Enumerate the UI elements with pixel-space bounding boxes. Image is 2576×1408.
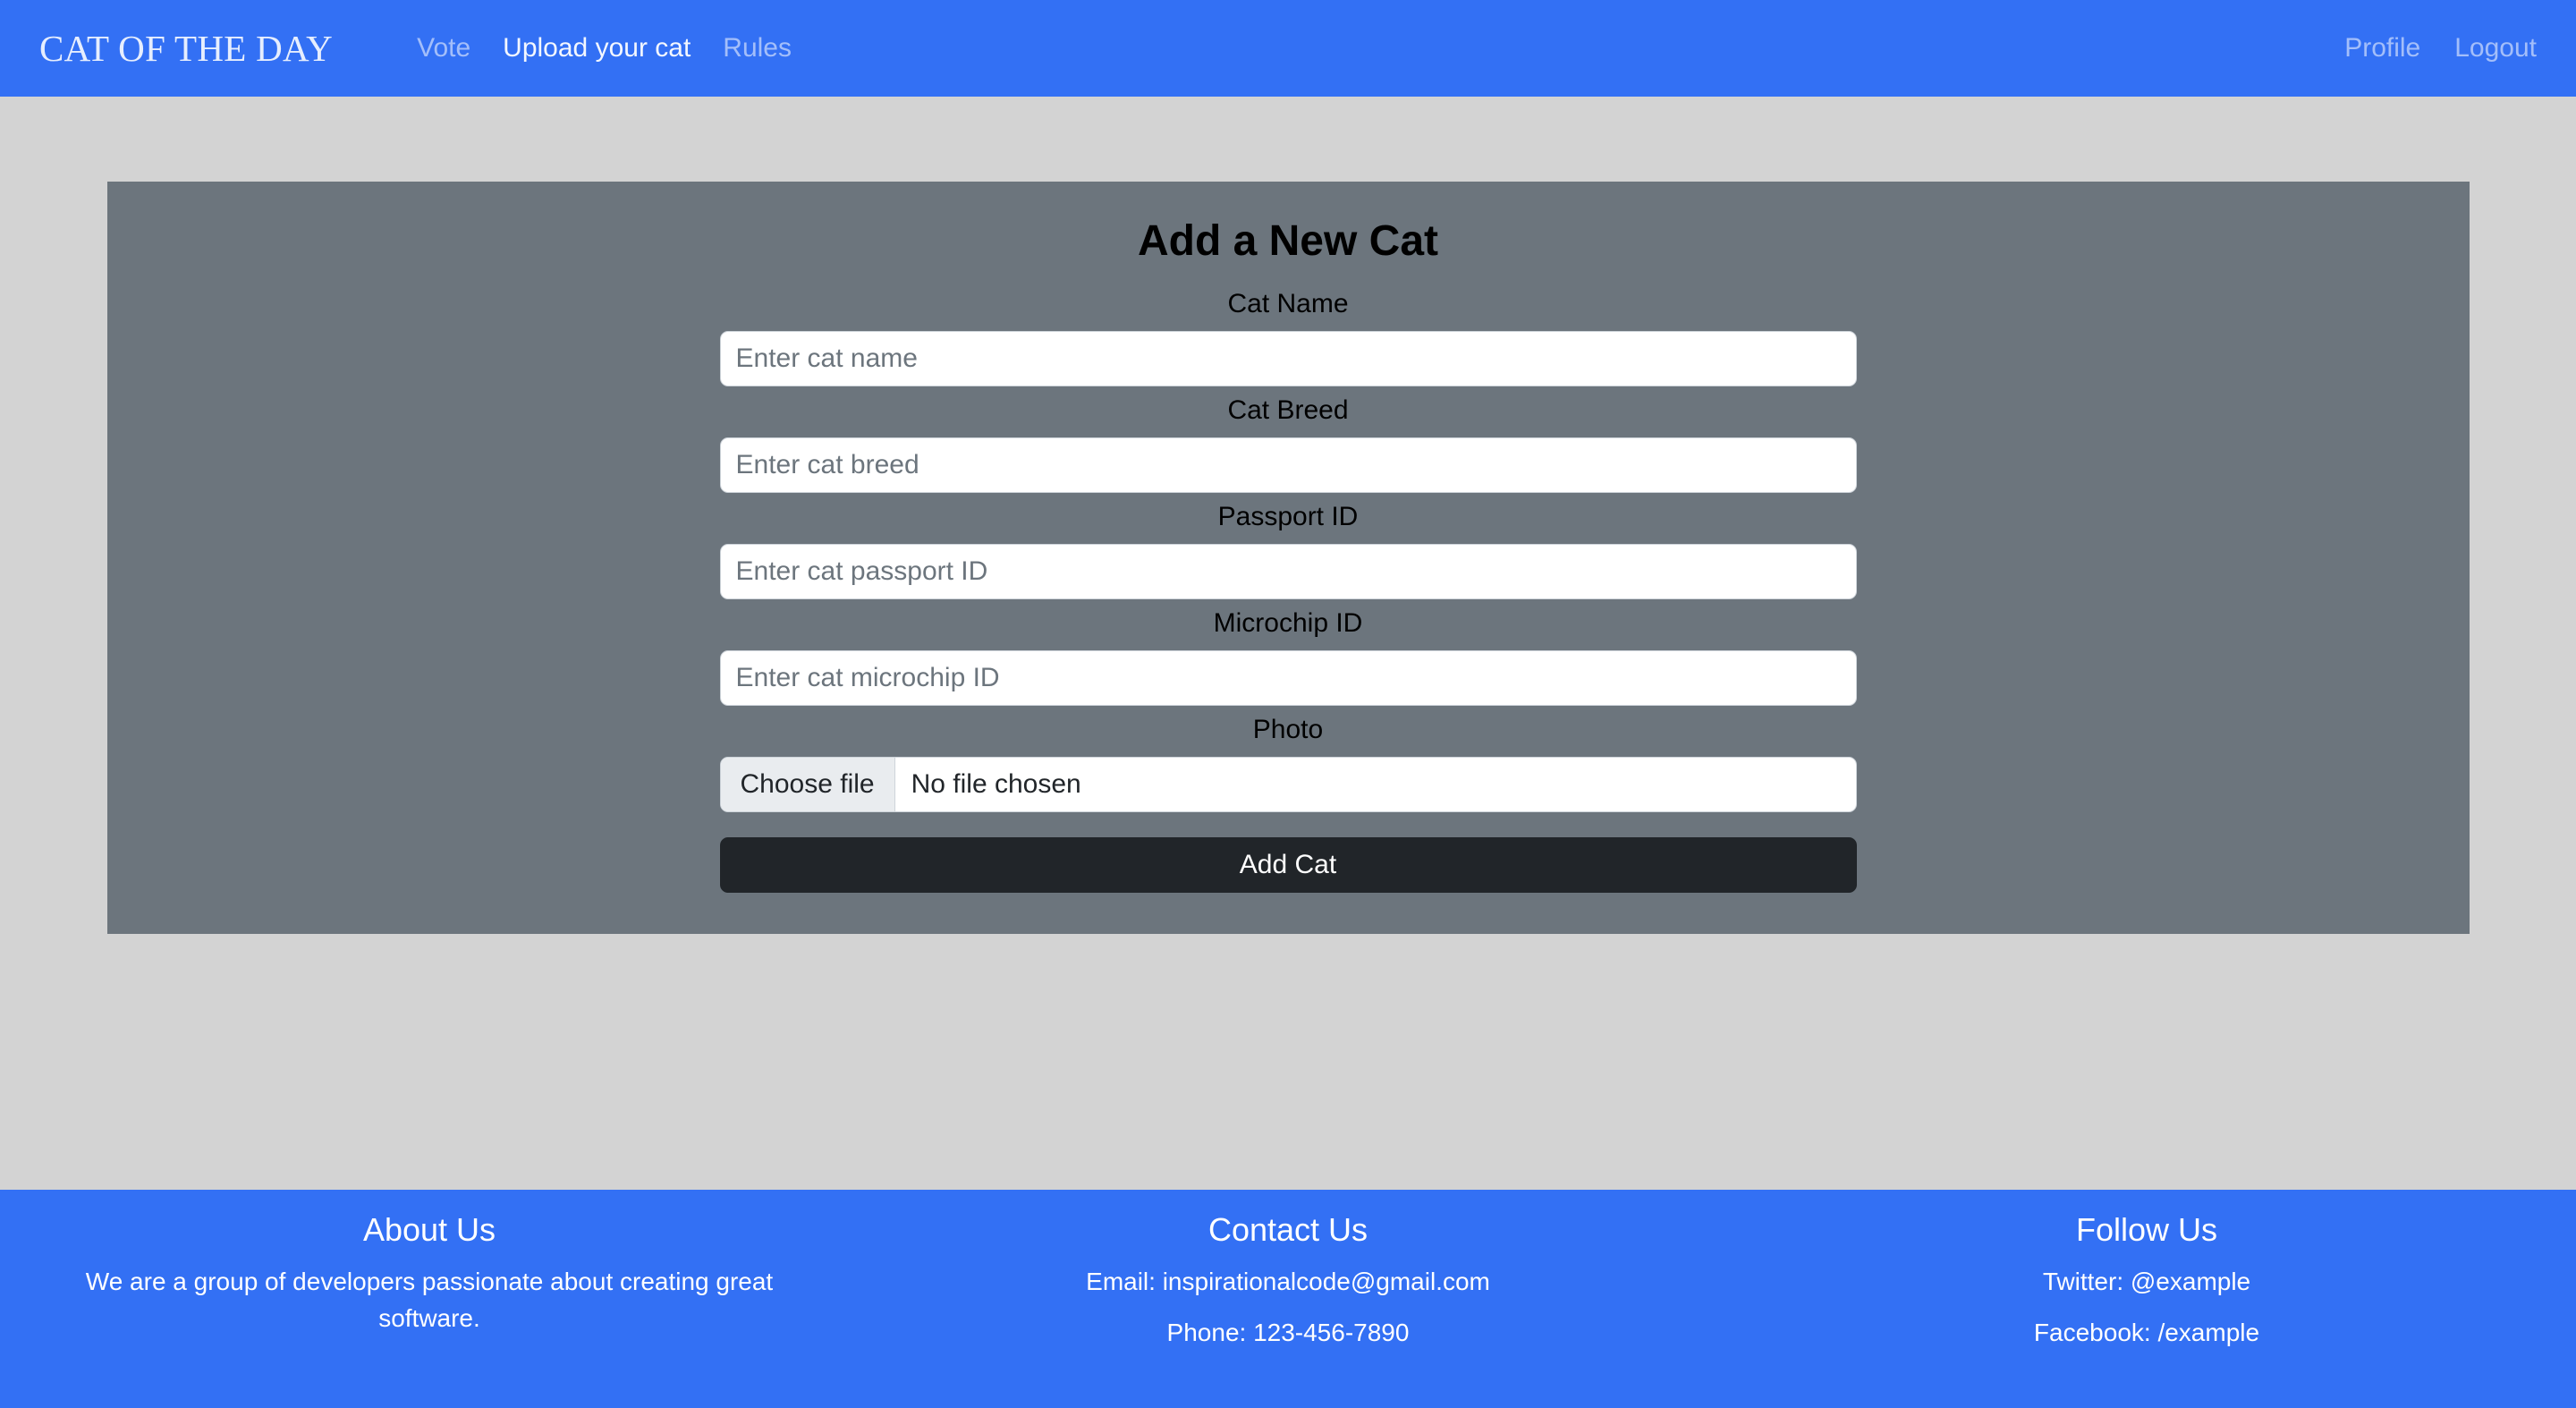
- label-cat-name: Cat Name: [1227, 288, 1349, 318]
- add-cat-card: Add a New Cat Cat Name Cat Breed Passpor…: [106, 182, 2470, 934]
- footer-about-text: We are a group of developers passionate …: [85, 1268, 774, 1332]
- footer-heading-about: About Us: [362, 1211, 496, 1248]
- passport-id-input[interactable]: [719, 543, 1857, 599]
- footer-email: Email: inspirationalcode@gmail.com: [1086, 1268, 1490, 1295]
- footer-column-follow: Follow Us Twitter: @example Facebook: /e…: [1717, 1209, 2576, 1408]
- nav-link-upload-your-cat[interactable]: Upload your cat: [503, 35, 691, 62]
- footer-twitter: Twitter: @example: [2042, 1268, 2251, 1295]
- brand-logo[interactable]: CAT OF THE DAY: [39, 30, 333, 67]
- footer-column-contact: Contact Us Email: inspirationalcode@gmai…: [859, 1209, 1717, 1408]
- site-footer: About Us We are a group of developers pa…: [0, 1190, 2576, 1408]
- form-group-cat-name: Cat Name: [719, 288, 1857, 386]
- label-passport-id: Passport ID: [1217, 501, 1359, 531]
- nav-link-vote[interactable]: Vote: [417, 35, 470, 62]
- footer-column-about: About Us We are a group of developers pa…: [0, 1209, 859, 1408]
- primary-nav: Vote Upload your cat Rules: [417, 35, 792, 62]
- add-cat-form: Cat Name Cat Breed Passport ID Microchip…: [719, 288, 1857, 893]
- footer-heading-contact: Contact Us: [1208, 1211, 1368, 1248]
- main-content: Add a New Cat Cat Name Cat Breed Passpor…: [0, 97, 2576, 1190]
- label-microchip-id: Microchip ID: [1213, 607, 1363, 638]
- file-status-label: No file chosen: [911, 768, 1081, 799]
- nav-link-rules[interactable]: Rules: [723, 35, 792, 62]
- label-photo: Photo: [1252, 714, 1324, 744]
- footer-phone: Phone: 123-456-7890: [1166, 1318, 1410, 1346]
- nav-link-logout[interactable]: Logout: [2454, 35, 2537, 62]
- choose-file-button[interactable]: Choose file: [720, 757, 895, 811]
- microchip-id-input[interactable]: [719, 649, 1857, 706]
- photo-file-input[interactable]: Choose file No file chosen: [719, 756, 1857, 812]
- footer-facebook: Facebook: /example: [2033, 1318, 2260, 1346]
- form-group-cat-breed: Cat Breed: [719, 394, 1857, 493]
- footer-heading-follow: Follow Us: [2075, 1211, 2218, 1248]
- form-group-photo: Photo Choose file No file chosen: [719, 714, 1857, 812]
- account-nav: Profile Logout: [2344, 35, 2537, 62]
- page-title: Add a New Cat: [1137, 217, 1439, 265]
- top-navbar: CAT OF THE DAY Vote Upload your cat Rule…: [0, 0, 2576, 97]
- cat-breed-input[interactable]: [719, 437, 1857, 493]
- nav-link-profile[interactable]: Profile: [2344, 35, 2420, 62]
- form-group-passport-id: Passport ID: [719, 501, 1857, 599]
- label-cat-breed: Cat Breed: [1227, 394, 1349, 425]
- form-group-microchip-id: Microchip ID: [719, 607, 1857, 706]
- cat-name-input[interactable]: [719, 330, 1857, 386]
- add-cat-button[interactable]: Add Cat: [719, 836, 1857, 893]
